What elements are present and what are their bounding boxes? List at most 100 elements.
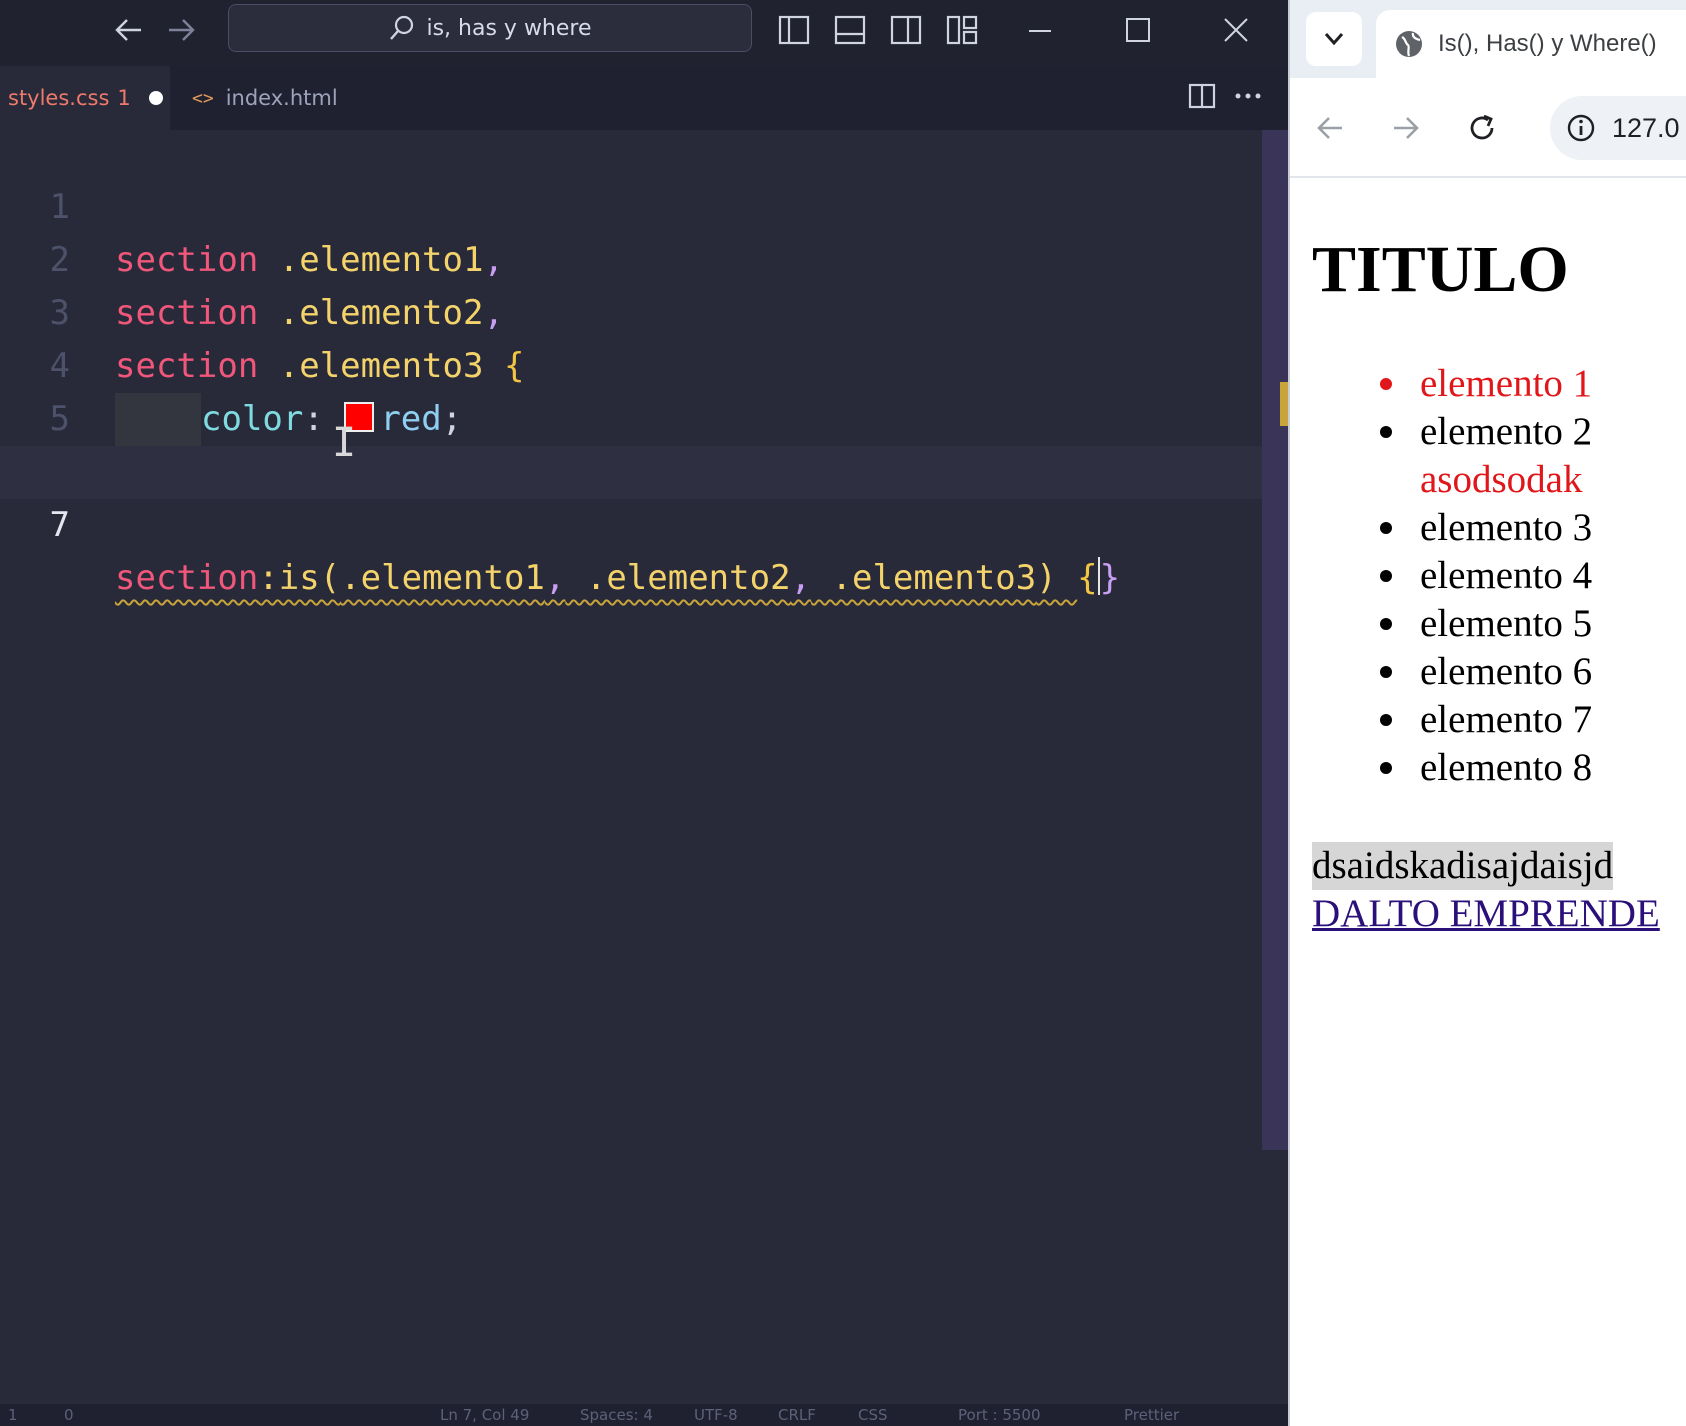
site-info-icon[interactable] [1566,113,1596,143]
token-selector: .elemento3 [811,558,1037,598]
code-line-1[interactable]: 1 section .elemento1, [0,128,1262,280]
status-language[interactable]: CSS [858,1406,888,1424]
token-pseudo-class: :is( [258,558,341,598]
code-line-3[interactable]: 3 section .elemento3 { [0,234,1262,386]
html-file-icon: <> [192,87,214,109]
highlighted-paragraph: dsaidskadisajdaisjd [1312,842,1614,890]
code-line-6[interactable]: 6 [0,393,1262,492]
list-item: elemento 1 [1290,360,1686,408]
vscode-window: is, has y where styles.css 1 <> index.ht… [0,0,1288,1426]
toggle-primary-sidebar-icon[interactable] [772,10,816,50]
code-line-4[interactable]: 4 color: red; [0,287,1262,446]
status-bar: 1 0 Ln 7, Col 49 Spaces: 4 UTF-8 CRLF CS… [0,1404,1288,1426]
status-eol[interactable]: CRLF [778,1406,816,1424]
status-live-server-port[interactable]: Port : 5500 [958,1406,1041,1424]
status-indentation[interactable]: Spaces: 4 [580,1406,653,1424]
list-item: elemento 5 [1290,600,1686,648]
status-cursor-position[interactable]: Ln 7, Col 49 [440,1406,529,1424]
search-icon [390,15,414,40]
editor-tab-bar: styles.css 1 <> index.html [0,66,1288,130]
list-item-text: elemento 2 [1420,410,1593,453]
chevron-down-icon [1324,33,1344,46]
toggle-secondary-sidebar-icon[interactable] [884,10,928,50]
browser-toolbar: 127.0 [1290,78,1686,178]
code-line-5[interactable]: 5 } [0,340,1262,492]
close-icon[interactable] [1214,10,1258,50]
element-list: elemento 1 elemento 2 asodsodak elemento… [1290,360,1686,792]
list-item-text: elemento 1 [1420,362,1593,405]
list-item: elemento 4 [1290,552,1686,600]
bullet-icon [1380,570,1392,582]
forward-arrow-icon[interactable] [1386,106,1426,150]
page-link[interactable]: DALTO EMPRENDE [1312,890,1660,938]
browser-window: Is(), Has() y Where() 127.0 TITULO eleme… [1288,0,1686,1426]
token-brace: } [1099,558,1121,598]
page-title: TITULO [1312,233,1569,306]
more-actions-icon[interactable] [1226,76,1270,116]
editor-scrollbar[interactable] [1262,130,1288,1150]
bullet-icon [1380,618,1392,630]
bullet-icon [1380,762,1392,774]
title-bar: is, has y where [0,0,1288,66]
token-selector: .elemento1 [340,558,545,598]
list-item-text: elemento 6 [1420,650,1593,693]
tab-label: styles.css [8,86,110,110]
list-item: elemento 8 [1290,744,1686,792]
code-editor[interactable]: 1 section .elemento1, 2 section .element… [0,130,1262,1400]
problem-count: 1 [117,86,131,110]
mouse-ibeam-cursor-icon: I [332,420,357,466]
status-prettier[interactable]: Prettier [1124,1406,1179,1424]
list-item-continuation: asodsodak [1290,456,1686,504]
list-item-text: elemento 8 [1420,746,1593,789]
forward-arrow-icon[interactable] [160,10,204,50]
token-comma: , [544,558,566,598]
tab-label: index.html [225,86,338,110]
tab-styles-css[interactable]: styles.css 1 [0,66,170,130]
list-item-text: asodsodak [1420,458,1583,501]
browser-tab-strip: Is(), Has() y Where() [1290,0,1686,78]
list-item: elemento 2 [1290,408,1686,456]
back-arrow-icon[interactable] [1310,106,1350,150]
token-paren: ) [1036,558,1078,598]
list-item: elemento 6 [1290,648,1686,696]
list-item: elemento 3 [1290,504,1686,552]
browser-tab[interactable]: Is(), Has() y Where() [1376,10,1686,78]
bullet-icon [1380,426,1392,438]
status-errors[interactable]: 1 [8,1406,18,1424]
bullet-icon [1380,714,1392,726]
line-number: 7 [49,505,70,545]
bullet-icon [1380,666,1392,678]
command-center-text: is, has y where [426,15,592,41]
unsaved-dot-icon[interactable] [148,91,163,105]
list-item-text: elemento 7 [1420,698,1593,741]
list-item-text: elemento 4 [1420,554,1593,597]
bullet-icon [1380,522,1392,534]
list-item-text: elemento 3 [1420,506,1593,549]
globe-icon [1396,31,1422,57]
split-editor-icon[interactable] [1180,76,1224,116]
tab-index-html[interactable]: <> index.html [172,66,382,130]
status-encoding[interactable]: UTF-8 [694,1406,738,1424]
browser-tab-title: Is(), Has() y Where() [1438,30,1657,57]
back-arrow-icon[interactable] [106,10,150,50]
tab-search-button[interactable] [1306,12,1362,66]
list-item: elemento 7 [1290,696,1686,744]
code-line-7[interactable]: 7 section:is(.elemento1, .elemento2, .el… [0,446,1262,598]
url-text: 127.0 [1612,112,1680,143]
code-line-2[interactable]: 2 section .elemento2, [0,181,1262,333]
toggle-panel-icon[interactable] [828,10,872,50]
token-brace: { [1077,558,1098,598]
token-selector: .elemento2 [565,558,791,598]
bullet-icon [1380,378,1392,390]
command-center-search[interactable]: is, has y where [228,4,752,52]
token-comma: , [790,558,812,598]
address-bar[interactable]: 127.0 [1550,96,1686,160]
minimize-icon[interactable] [1018,10,1062,50]
list-item-text: elemento 5 [1420,602,1593,645]
status-ports[interactable]: 0 [64,1406,74,1424]
reload-icon[interactable] [1462,106,1502,150]
customize-layout-icon[interactable] [940,10,984,50]
page-content: TITULO elemento 1 elemento 2 asodsodak e… [1290,180,1686,1426]
token-keyword: section [115,558,259,598]
maximize-icon[interactable] [1116,10,1160,50]
